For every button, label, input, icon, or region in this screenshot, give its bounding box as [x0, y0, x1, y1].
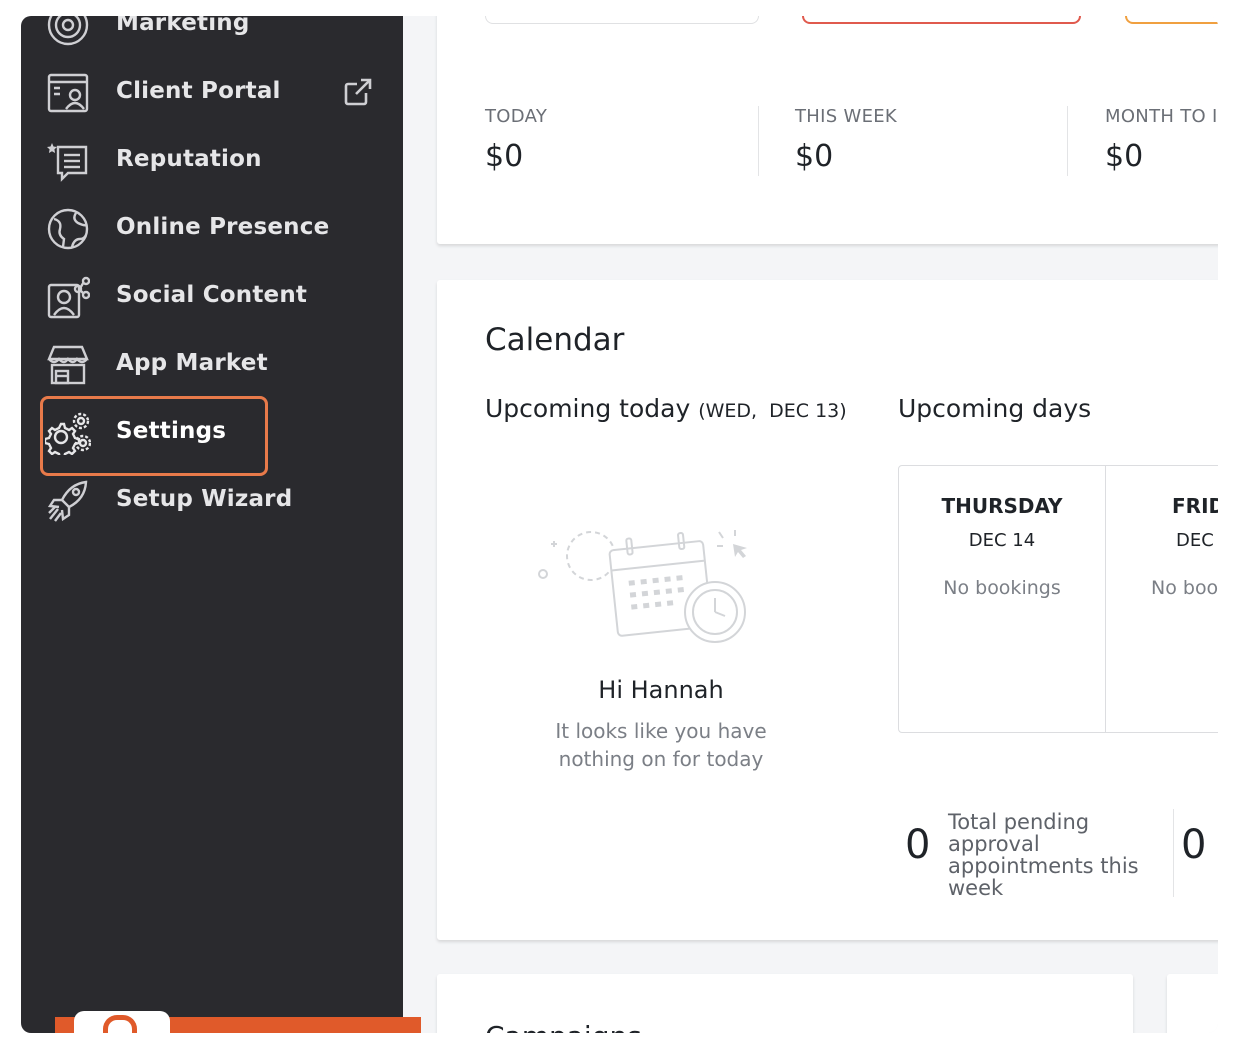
- sidebar-item-label: Setup Wizard: [116, 486, 293, 512]
- question-mark-icon: [103, 1015, 137, 1033]
- upcoming-today-label: Upcoming today: [485, 394, 691, 423]
- divider: [1067, 106, 1068, 176]
- sidebar-item-client-portal[interactable]: Client Portal: [21, 64, 403, 120]
- stat-value: $0: [1105, 139, 1144, 174]
- sidebar-item-label: Client Portal: [116, 78, 281, 104]
- client-portal-icon: [45, 70, 91, 116]
- stat-label: THIS WEEK: [795, 106, 898, 127]
- store-icon: [45, 342, 91, 388]
- upcoming-days-list: THURSDAY DEC 14 No bookings FRID DEC No …: [898, 465, 1218, 733]
- sidebar-item-label: Online Presence: [116, 214, 330, 240]
- sidebar-item-reputation[interactable]: Reputation: [21, 132, 403, 188]
- sidebar-item-social-content[interactable]: Social Content: [21, 268, 403, 324]
- sidebar-item-marketing[interactable]: Marketing: [21, 16, 403, 52]
- second-count: 0: [1181, 822, 1207, 868]
- calendar-card: Calendar Upcoming today (WED, DEC 13) Up…: [437, 280, 1218, 940]
- summary-tile[interactable]: [485, 16, 759, 24]
- divider: [758, 106, 759, 176]
- upcoming-days-heading: Upcoming days: [898, 394, 1092, 423]
- sidebar-item-label: App Market: [116, 350, 268, 376]
- side-card: [1167, 974, 1218, 1033]
- sidebar-item-label: Marketing: [116, 16, 250, 36]
- target-icon: [45, 16, 91, 48]
- reputation-icon: [45, 138, 91, 184]
- summary-tile-alert[interactable]: [802, 16, 1081, 24]
- help-widget-launcher[interactable]: [55, 1011, 421, 1033]
- stat-value: $0: [795, 139, 834, 174]
- stat-value: $0: [485, 139, 524, 174]
- calendar-empty-illustration: [535, 524, 757, 646]
- campaigns-card: Campaigns: [437, 974, 1133, 1033]
- calendar-title: Calendar: [485, 322, 625, 358]
- day-name: FRID: [1172, 494, 1218, 518]
- today-date: (WED, DEC 13): [698, 400, 847, 422]
- sidebar-item-label: Social Content: [116, 282, 308, 308]
- payments-summary-card: TODAY $0 THIS WEEK $0 MONTH TO I $0: [437, 16, 1218, 244]
- globe-icon: [45, 206, 91, 252]
- pending-count: 0: [905, 822, 931, 868]
- summary-tile-warning[interactable]: [1125, 16, 1218, 24]
- rocket-icon: [45, 478, 91, 524]
- divider: [1173, 809, 1174, 897]
- empty-message: It looks like you have nothing on for to…: [555, 719, 767, 771]
- stat-today: TODAY $0: [485, 106, 547, 174]
- upcoming-today-heading: Upcoming today (WED, DEC 13): [485, 394, 847, 423]
- sidebar-item-online-presence[interactable]: Online Presence: [21, 200, 403, 256]
- stat-month-to-date: MONTH TO I $0: [1105, 106, 1218, 174]
- stat-label: MONTH TO I: [1105, 106, 1218, 127]
- pending-label: Total pending approval appointments this…: [948, 810, 1139, 900]
- sidebar-item-app-market[interactable]: App Market: [21, 336, 403, 392]
- day-date: DEC: [1176, 530, 1214, 551]
- app-window: Marketing Client Portal Reputation Onlin…: [21, 16, 1218, 1033]
- greeting: Hi Hannah: [598, 676, 724, 704]
- day-date: DEC 14: [968, 530, 1036, 551]
- day-card[interactable]: THURSDAY DEC 14 No bookings: [899, 466, 1105, 732]
- stat-label: TODAY: [485, 106, 548, 127]
- sidebar-item-setup-wizard[interactable]: Setup Wizard: [21, 472, 403, 528]
- stat-this-week: THIS WEEK $0: [795, 106, 897, 174]
- external-link-icon[interactable]: [342, 76, 374, 108]
- day-bookings: No boo: [1151, 577, 1218, 599]
- campaigns-title: Campaigns: [485, 1020, 642, 1033]
- day-name: THURSDAY: [941, 494, 1063, 518]
- sidebar-item-label: Reputation: [116, 146, 262, 172]
- day-bookings: No bookings: [943, 577, 1061, 599]
- day-card[interactable]: FRID DEC No boo: [1106, 466, 1218, 732]
- sidebar: Marketing Client Portal Reputation Onlin…: [21, 16, 421, 1033]
- social-content-icon: [45, 274, 91, 320]
- settings-highlight-outline: [40, 396, 268, 476]
